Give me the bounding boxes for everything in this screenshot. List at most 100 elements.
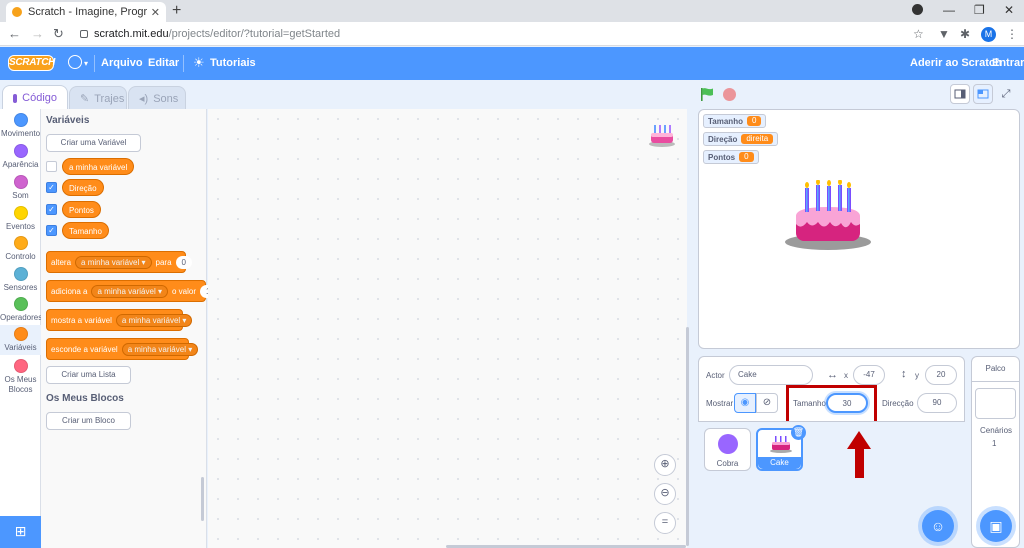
block-text: o valor [171,286,196,296]
show-sprite-button[interactable]: ◉ [734,393,756,413]
show-variable-block[interactable]: mostra a variável a minha variável ▾ [46,309,193,331]
direction-field[interactable]: 90 [917,393,957,413]
tab-code[interactable]: Código [2,85,68,110]
category-dot-icon [13,327,28,341]
tutorials-menu[interactable]: Tutoriais [210,57,256,69]
x-position-field[interactable]: -47 [853,365,885,385]
variable-reporter[interactable]: Tamanho [62,222,109,239]
hide-variable-block[interactable]: esconde a variável a minha variável ▾ [46,338,199,360]
hide-sprite-button[interactable]: ⊘ [756,393,778,413]
code-icon [13,93,18,103]
category-my-blocks[interactable]: Os Meus Blocos [0,359,41,395]
tab-costumes[interactable]: ✎ Trajes [69,86,127,110]
variable-checkbox[interactable]: ✓ [46,204,57,215]
browser-tab-title: Scratch - Imagine, Program, Shar [28,6,147,18]
add-extension-button[interactable]: ⊞ [0,516,41,548]
url-field[interactable]: scratch.mit.edu /projects/editor/?tutori… [80,25,940,43]
normal-stage-button[interactable] [973,84,993,104]
cake-sprite[interactable] [783,180,873,254]
lock-icon [80,30,88,38]
variable-monitor[interactable]: Pontos 0 [703,150,759,164]
window-close-icon[interactable]: ✕ [1004,3,1014,17]
zoom-in-button[interactable]: ⊕ [654,454,676,476]
variable-monitor[interactable]: Tamanho 0 [703,114,767,128]
maximize-icon[interactable]: ❐ [974,3,985,17]
category-looks[interactable]: Aparência [0,144,41,170]
minimize-icon[interactable]: — [943,3,955,17]
workspace-scrollbar-vertical[interactable] [686,327,689,546]
category-sound[interactable]: Som [0,175,41,201]
x-arrows-icon: ↔ [827,369,838,381]
zoom-out-button[interactable]: ⊖ [654,483,676,505]
sprite-tile-cobra[interactable]: Cobra [704,428,751,471]
palette-scrollbar[interactable] [201,477,204,521]
category-dot-icon [13,359,28,373]
profile-avatar[interactable]: M [981,27,996,42]
close-tab-icon[interactable]: ✕ [151,6,160,19]
variable-reporter[interactable]: Pontos [62,201,101,218]
file-menu[interactable]: Arquivo [101,57,143,69]
variable-checkbox[interactable]: ✓ [46,182,57,193]
variable-dropdown[interactable]: a minha variável ▾ [121,342,199,356]
category-menu: Movimento Aparência Som Eventos Controlo… [0,109,42,548]
small-stage-button[interactable] [950,84,970,104]
stage[interactable]: Tamanho 0 Direção direita Pontos 0 [698,109,1020,349]
y-position-field[interactable]: 20 [925,365,957,385]
value-input[interactable]: 0 [175,255,192,269]
make-list-button[interactable]: Criar uma Lista [46,366,131,384]
forward-icon[interactable]: → [31,26,44,41]
set-variable-block[interactable]: altera a minha variável ▾ para 0 [46,251,192,273]
variable-reporter[interactable]: Direção [62,179,104,196]
monitor-label: Direção [708,134,738,144]
sprite-name-field[interactable]: Cake [729,365,813,385]
new-tab-icon[interactable]: + [172,2,181,20]
sign-in-link[interactable]: Entrar [992,57,1024,69]
edit-menu[interactable]: Editar [148,57,179,69]
variable-monitor[interactable]: Direção direita [703,132,779,146]
star-icon[interactable]: ☆ [913,27,924,41]
category-operators[interactable]: Operadores [0,297,42,323]
variable-reporter[interactable]: a minha variável [62,158,135,175]
browser-tab[interactable]: Scratch - Imagine, Program, Shar ✕ [6,2,166,22]
variable-dropdown[interactable]: a minha variável ▾ [75,255,152,269]
stage-thumbnail[interactable] [975,388,1016,419]
tab-sounds[interactable]: ◂) Sons [128,86,186,110]
category-variables[interactable]: Variáveis [0,325,41,355]
tab-sounds-label: Sons [153,92,179,105]
choose-sprite-button[interactable]: ☺ [922,510,954,542]
scratch-logo[interactable]: SCRATCH [8,55,55,71]
choose-backdrop-button[interactable]: ▣ [980,510,1012,542]
add-extension-icon: ⊞ [14,523,27,539]
make-variable-button[interactable]: Criar uma Variável [46,134,141,152]
dropdown-value: a minha variável [81,257,140,267]
extensions-puzzle-icon[interactable]: ✱ [960,27,970,41]
normal-stage-icon [977,89,989,99]
delete-sprite-button[interactable]: 🗑 [791,425,806,440]
zoom-reset-button[interactable]: = [654,512,676,534]
variable-dropdown[interactable]: a minha variável ▾ [91,284,168,298]
category-events[interactable]: Eventos [0,206,41,232]
join-scratch-link[interactable]: Aderir ao Scratch [910,57,1002,69]
language-globe-icon[interactable] [68,55,82,69]
extension-filter-icon[interactable]: ▼ [938,27,950,41]
profile-menu-icon[interactable] [912,4,923,15]
stop-icon[interactable] [723,88,736,101]
language-caret-icon[interactable]: ▾ [84,59,88,68]
back-icon[interactable]: ← [8,26,21,41]
variable-checkbox[interactable] [46,161,57,172]
category-sensing[interactable]: Sensores [0,267,41,293]
green-flag-icon[interactable] [700,87,714,101]
make-block-button[interactable]: Criar um Bloco [46,412,131,430]
variable-checkbox[interactable]: ✓ [46,225,57,236]
category-control[interactable]: Controlo [0,236,41,262]
variable-dropdown[interactable]: a minha variável ▾ [115,313,193,327]
reload-icon[interactable]: ↻ [53,26,64,42]
code-workspace[interactable] [208,109,687,548]
sprite-cobra-icon [718,434,738,454]
category-motion[interactable]: Movimento [0,113,41,139]
tab-code-label: Código [22,92,57,104]
fullscreen-button[interactable]: ⤢ [996,84,1016,104]
more-options-icon[interactable]: ⋮ [1006,27,1018,41]
browser-tabbar: Scratch - Imagine, Program, Shar ✕ + — ❐… [0,0,1024,22]
change-variable-block[interactable]: adiciona a a minha variável ▾ o valor 1 [46,280,217,302]
